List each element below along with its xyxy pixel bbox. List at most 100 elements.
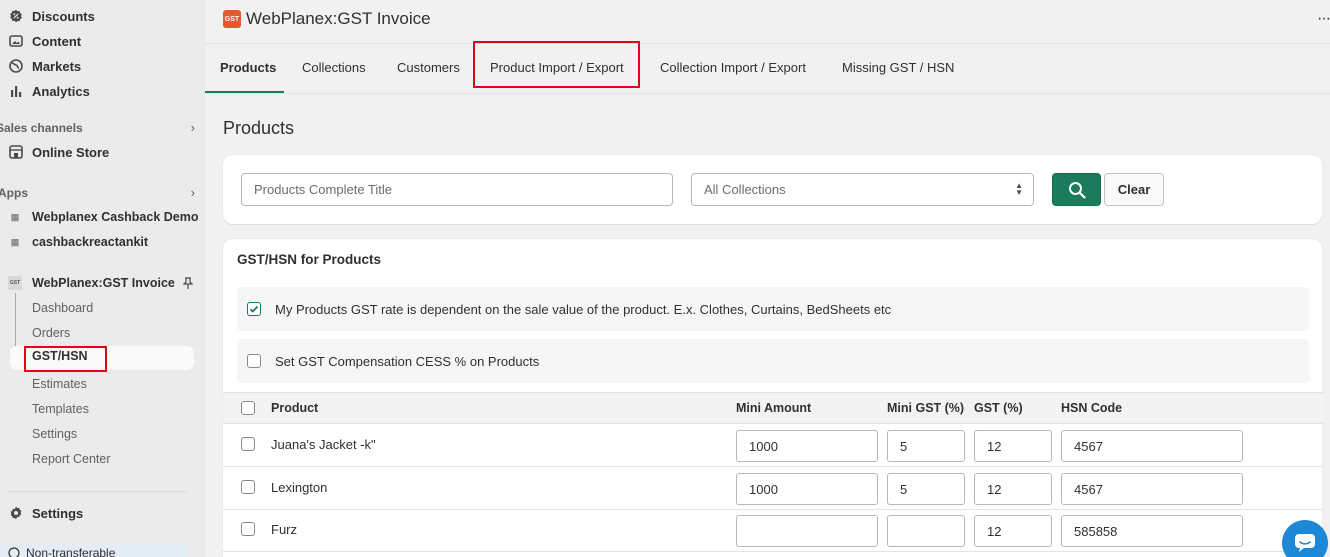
sidebar-item-online-store[interactable]: Online Store (8, 141, 109, 163)
sidebar-item-discounts[interactable]: Discounts (8, 5, 95, 27)
row-checkbox[interactable] (241, 437, 255, 451)
filter-card: Products Complete Title All Collections … (223, 155, 1322, 224)
gear-icon (8, 505, 24, 521)
sidebar-subitem-orders[interactable]: Orders (32, 324, 70, 342)
tab-bar: Products Collections Customers Product I… (205, 44, 1330, 94)
apps-header[interactable]: Apps › (0, 185, 195, 200)
clear-button[interactable]: Clear (1104, 173, 1164, 206)
sidebar-app-label: Webplanex Cashback Demo (32, 210, 199, 224)
notice-text: Non-transferable (26, 546, 116, 557)
sidebar-app-cashbackreactankit[interactable]: ▦ cashbackreactankit (8, 232, 148, 252)
sidebar-subitem-settings[interactable]: Settings (32, 425, 77, 443)
sales-channels-label: Sales channels (0, 120, 83, 135)
row-checkbox[interactable] (241, 480, 255, 494)
gst-app-icon: GST (8, 276, 22, 290)
more-actions-icon[interactable]: ··· (1317, 10, 1330, 28)
search-button[interactable] (1052, 173, 1101, 206)
product-name: Juana's Jacket -k" (271, 437, 376, 452)
select-arrows-icon: ▲ ▼ (1015, 181, 1023, 197)
sale-value-checkbox[interactable] (247, 302, 261, 316)
discount-icon (8, 8, 24, 24)
sidebar-subitem-templates[interactable]: Templates (32, 400, 89, 418)
product-name: Lexington (271, 480, 328, 495)
chevron-right-icon: › (190, 120, 195, 135)
gst-input[interactable]: 12 (974, 515, 1052, 547)
gst-app-logo: GST (223, 10, 241, 28)
sidebar-app-label: WebPlanex:GST Invoice (32, 276, 175, 290)
sidebar-item-label: Online Store (32, 144, 110, 160)
non-transferable-notice[interactable]: Non-transferable (0, 543, 188, 557)
sidebar-item-markets[interactable]: Markets (8, 55, 81, 77)
sidebar-item-label: Settings (32, 505, 84, 521)
option-label: My Products GST rate is dependent on the… (275, 301, 892, 317)
search-placeholder: Products Complete Title (254, 182, 393, 197)
table-row: Juana's Jacket -k" 1000 5 12 4567 (223, 424, 1323, 467)
table-header: Product Mini Amount Mini GST (%) GST (%)… (223, 392, 1323, 424)
sidebar-item-content[interactable]: Content (8, 30, 81, 52)
sidebar-item-label: Content (32, 33, 82, 49)
sidebar-item-label: Discounts (32, 8, 95, 24)
highlight-box-gst-hsn (24, 346, 107, 372)
sales-channels-header[interactable]: Sales channels › (0, 120, 195, 135)
tab-collections[interactable]: Collections (302, 60, 366, 75)
tab-products[interactable]: Products (220, 60, 276, 75)
hsn-code-input[interactable]: 4567 (1061, 430, 1243, 462)
column-header-mini-gst: Mini GST (%) (887, 401, 965, 415)
tab-collection-import-export[interactable]: Collection Import / Export (660, 60, 806, 75)
app-icon: ▦ (10, 236, 20, 247)
mini-gst-input[interactable]: 5 (887, 473, 965, 505)
sidebar-subitem-estimates[interactable]: Estimates (32, 375, 87, 393)
mini-gst-input[interactable]: 5 (887, 430, 965, 462)
table-row: Furz 12 585858 (223, 509, 1323, 552)
column-header-product: Product (271, 401, 319, 415)
product-name: Furz (271, 522, 297, 537)
sidebar-item-label: Analytics (32, 83, 90, 99)
sidebar-divider (8, 491, 188, 492)
highlight-box-product-import-export (473, 41, 640, 88)
analytics-icon (8, 83, 24, 99)
option-row-cess: Set GST Compensation CESS % on Products (237, 339, 1309, 383)
store-icon (8, 144, 24, 160)
gst-input[interactable]: 12 (974, 473, 1052, 505)
active-tab-indicator (205, 91, 284, 93)
apps-label: Apps (0, 185, 28, 200)
sidebar-app-cashback-demo[interactable]: ▦ Webplanex Cashback Demo (8, 207, 199, 227)
hsn-code-input[interactable]: 585858 (1061, 515, 1243, 547)
column-header-gst: GST (%) (974, 401, 1023, 415)
sidebar-item-analytics[interactable]: Analytics (8, 80, 90, 102)
logo-text: GST (224, 15, 240, 23)
collection-select[interactable]: All Collections ▲ ▼ (691, 173, 1034, 206)
table-row: Lexington 1000 5 12 4567 (223, 467, 1323, 510)
app-header: GST WebPlanex:GST Invoice ··· (205, 0, 1330, 44)
option-label: Set GST Compensation CESS % on Products (275, 353, 540, 369)
gst-input[interactable]: 12 (974, 430, 1052, 462)
sidebar: Discounts Content Markets Analytics Sale… (0, 0, 205, 557)
page-title: Products (223, 118, 295, 138)
column-header-hsn-code: HSN Code (1061, 401, 1123, 415)
mini-gst-input[interactable] (887, 515, 965, 547)
sidebar-subitem-report-center[interactable]: Report Center (32, 450, 111, 468)
info-icon (8, 547, 20, 557)
mini-amount-input[interactable]: 1000 (736, 430, 878, 462)
app-icon: ▦ (10, 211, 20, 222)
pin-icon[interactable] (182, 277, 193, 289)
select-all-checkbox[interactable] (241, 401, 255, 415)
sidebar-item-settings[interactable]: Settings (8, 502, 83, 524)
checkmark-icon (249, 305, 259, 313)
row-checkbox[interactable] (241, 522, 255, 536)
search-icon (1068, 181, 1086, 199)
hsn-code-input[interactable]: 4567 (1061, 473, 1243, 505)
sidebar-subitem-dashboard[interactable]: Dashboard (32, 299, 93, 317)
option-row-sale-value: My Products GST rate is dependent on the… (237, 287, 1309, 331)
mini-amount-input[interactable]: 1000 (736, 473, 878, 505)
sidebar-item-label: Markets (32, 58, 82, 74)
sidebar-app-gst-invoice[interactable]: GST WebPlanex:GST Invoice (8, 273, 193, 293)
product-title-search-input[interactable]: Products Complete Title (241, 173, 673, 206)
cess-checkbox[interactable] (247, 354, 261, 368)
app-title: WebPlanex:GST Invoice (246, 9, 431, 28)
card-heading: GST/HSN for Products (237, 252, 382, 267)
tab-customers[interactable]: Customers (397, 60, 460, 75)
sidebar-app-label: cashbackreactankit (32, 235, 149, 249)
mini-amount-input[interactable] (736, 515, 878, 547)
tab-missing-gst-hsn[interactable]: Missing GST / HSN (842, 60, 954, 75)
